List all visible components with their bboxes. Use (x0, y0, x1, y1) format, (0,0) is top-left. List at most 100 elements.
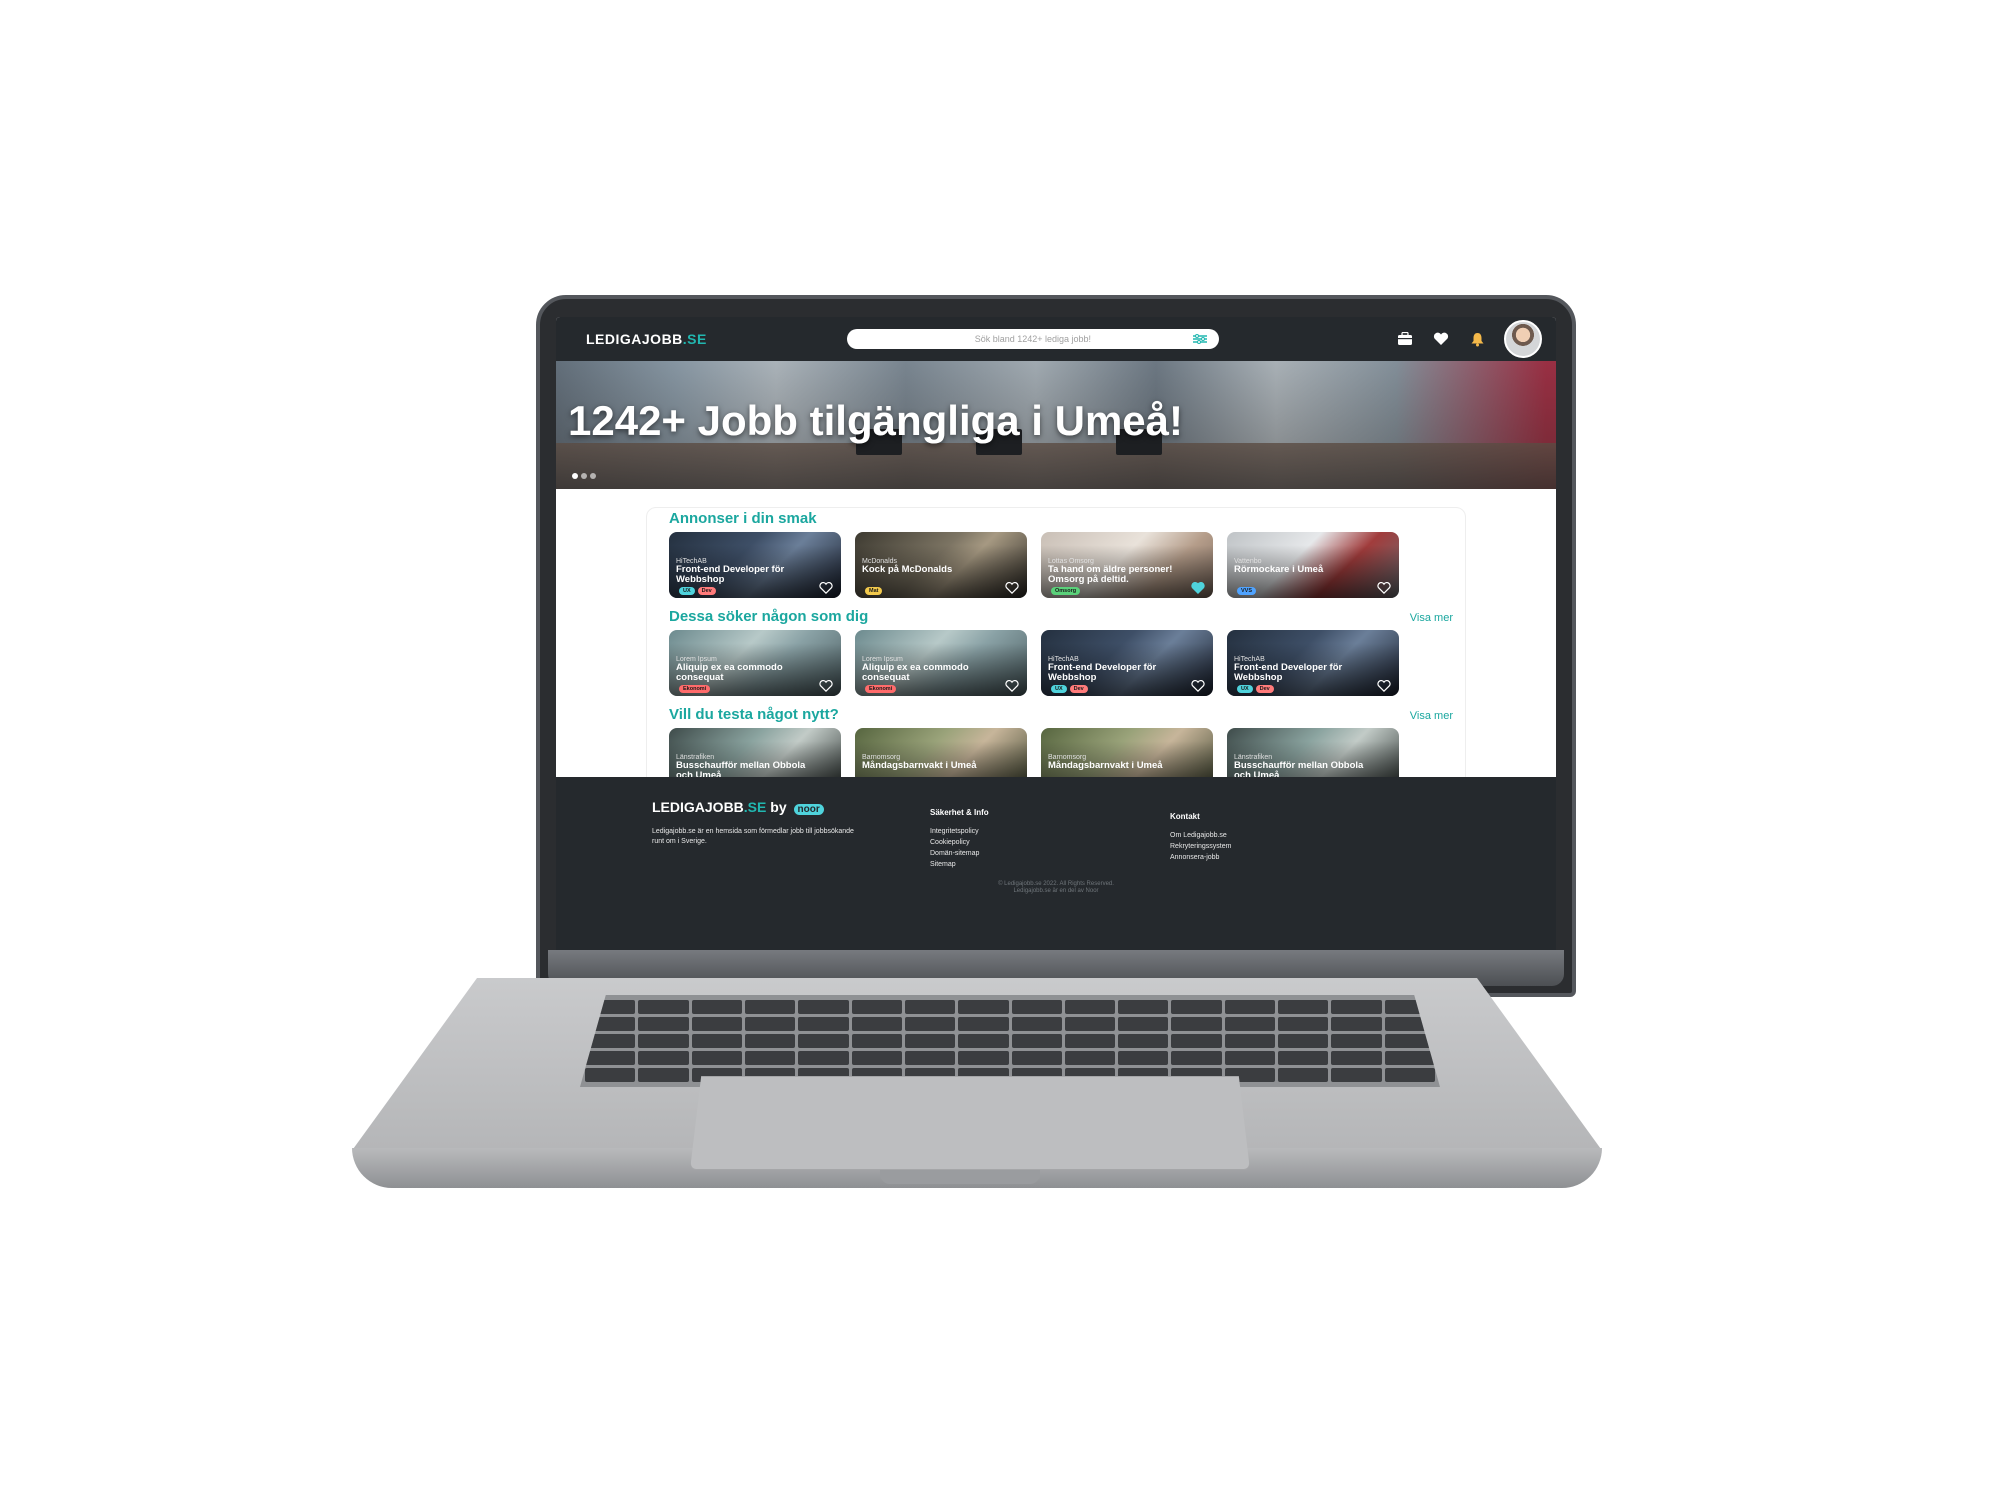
category-tag[interactable]: Omsorg (1051, 587, 1081, 595)
heart-icon[interactable] (1432, 331, 1450, 347)
keyboard-key (1278, 1034, 1329, 1048)
footer-link-recruitment[interactable]: Rekryteringssystem (1170, 841, 1231, 852)
job-card[interactable]: Lorem Ipsum Aliquip ex ea commodo consequ… (669, 630, 841, 696)
keyboard-key (1331, 1000, 1382, 1014)
section-title: Annonser i din smak (669, 510, 817, 527)
bell-icon[interactable] (1468, 331, 1486, 347)
keyboard-key (1331, 1051, 1382, 1065)
favorite-heart-icon[interactable] (1191, 680, 1205, 692)
carousel-dot[interactable] (590, 473, 596, 479)
keyboard-key (798, 1051, 849, 1065)
keyboard-key (851, 1000, 902, 1014)
keyboard-key (1011, 1017, 1062, 1031)
footer-link-about[interactable]: Om Ledigajobb.se (1170, 830, 1231, 841)
keyboard-key (1171, 1051, 1222, 1065)
card-tags: Omsorg (1051, 587, 1081, 595)
category-tag[interactable]: Mat (865, 587, 883, 595)
card-title: Måndagsbarnvakt i Umeå (862, 760, 977, 771)
keyboard-key (904, 1051, 956, 1065)
keyboard-key (904, 1000, 956, 1014)
favorite-heart-icon[interactable] (1191, 582, 1205, 594)
keyboard-key (1118, 1000, 1169, 1014)
card-title: Rörmockare i Umeå (1234, 564, 1324, 575)
favorite-heart-icon[interactable] (1377, 582, 1391, 594)
job-card[interactable]: Vattenbo Rörmockare i Umeå VVS (1227, 532, 1399, 598)
favorite-heart-icon[interactable] (1005, 680, 1019, 692)
carousel-dot[interactable] (572, 473, 578, 479)
keyboard-key (691, 1051, 742, 1065)
job-card-row: HiTechAB Front-end Developer för Webbshop… (669, 532, 1453, 598)
footer-col-title: Säkerhet & Info (930, 808, 989, 817)
avatar[interactable] (1504, 320, 1542, 358)
keyboard-key (744, 1051, 796, 1065)
footer-link-advertise[interactable]: Annonsera-jobb (1170, 852, 1231, 863)
keyboard-key (638, 1000, 689, 1014)
keyboard-key (1224, 1034, 1276, 1048)
keyboard-key (851, 1017, 902, 1031)
favorite-heart-icon[interactable] (819, 582, 833, 594)
keyboard-key (1118, 1051, 1169, 1065)
job-card[interactable]: Lorem Ipsum Aliquip ex ea commodo consequ… (855, 630, 1027, 696)
category-tag[interactable]: UX (1237, 685, 1253, 693)
card-title: Aliquip ex ea commodo consequat (676, 662, 783, 683)
category-tag[interactable]: Dev (1255, 685, 1274, 693)
keyboard-key (1278, 1068, 1329, 1082)
footer-col-contact: Kontakt Om Ledigajobb.se Rekryteringssys… (1170, 811, 1231, 863)
filter-icon[interactable] (1192, 334, 1207, 344)
hero-title: 1242+ Jobb tilgängliga i Umeå! (568, 397, 1184, 444)
keyboard-key (1278, 1017, 1329, 1031)
keyboard-key (904, 1017, 956, 1031)
category-tag[interactable]: Ekonomi (865, 685, 897, 693)
category-tag[interactable]: Dev (1069, 685, 1088, 693)
category-tag[interactable]: UX (1051, 685, 1067, 693)
section-header: Dessa söker någon som dig Visa mer (669, 608, 1453, 625)
category-tag[interactable]: VVS (1237, 587, 1257, 595)
show-more-link[interactable]: Visa mer (1410, 612, 1453, 624)
favorite-heart-icon[interactable] (1005, 582, 1019, 594)
keyboard-key (1384, 1068, 1435, 1082)
card-title: Front-end Developer för Webbshop (676, 564, 785, 585)
keyboard-key (958, 1051, 1009, 1065)
keyboard-key (1224, 1017, 1276, 1031)
show-more-link[interactable]: Visa mer (1410, 710, 1453, 722)
category-tag[interactable]: Ekonomi (679, 685, 711, 693)
card-title: Kock på McDonalds (862, 564, 953, 575)
card-tags: Mat (865, 587, 883, 595)
site-logo[interactable]: LEDIGAJOBB.SE (586, 331, 707, 347)
keyboard-key (638, 1068, 689, 1082)
favorite-heart-icon[interactable] (1377, 680, 1391, 692)
footer-link-domain-sitemap[interactable]: Domän-sitemap (930, 848, 989, 859)
carousel-dot[interactable] (581, 473, 587, 479)
partner-logo[interactable]: noor (793, 804, 824, 815)
footer-link-sitemap[interactable]: Sitemap (930, 859, 989, 870)
category-tag[interactable]: Dev (697, 587, 716, 595)
keyboard-key (798, 1000, 849, 1014)
keyboard-key (958, 1000, 1009, 1014)
copyright-line-2: Ledigajobb.se är en del av Noor (1013, 888, 1099, 894)
keyboard-key (691, 1017, 742, 1031)
footer-logo-main: LEDIGAJOBB (652, 799, 744, 815)
section-header: Vill du testa något nytt? Visa mer (669, 706, 1453, 723)
keyboard-key (1064, 1000, 1116, 1014)
job-card[interactable]: McDonalds Kock på McDonalds Mat (855, 532, 1027, 598)
footer-logo[interactable]: LEDIGAJOBB.SE by noor (652, 799, 824, 815)
favorite-heart-icon[interactable] (819, 680, 833, 692)
job-panel: Annonser i din smak HiTechAB Front-end Dev… (646, 507, 1466, 823)
footer-col-title: Kontakt (1170, 812, 1200, 821)
footer-link-cookiepolicy[interactable]: Cookiepolicy (930, 837, 989, 848)
job-card[interactable]: Lottas Omsorg Ta hand om äldre personer! … (1041, 532, 1213, 598)
search-input[interactable] (865, 334, 1201, 344)
job-card[interactable]: HiTechAB Front-end Developer för Webbshop… (1227, 630, 1399, 696)
card-title: Front-end Developer för Webbshop (1048, 662, 1157, 683)
briefcase-icon[interactable] (1396, 331, 1414, 347)
laptop-keyboard (580, 995, 1440, 1087)
job-card[interactable]: HiTechAB Front-end Developer för Webbshop… (1041, 630, 1213, 696)
keyboard-key (904, 1034, 956, 1048)
keyboard-key (744, 1034, 796, 1048)
job-card[interactable]: HiTechAB Front-end Developer för Webbshop… (669, 532, 841, 598)
category-tag[interactable]: UX (679, 587, 695, 595)
keyboard-key (1011, 1034, 1062, 1048)
keyboard-key (744, 1017, 796, 1031)
copyright-line: © Ledigajobb.se 2022. All Rights Reserve… (998, 881, 1114, 887)
footer-link-integritetspolicy[interactable]: Integritetspolicy (930, 826, 989, 837)
